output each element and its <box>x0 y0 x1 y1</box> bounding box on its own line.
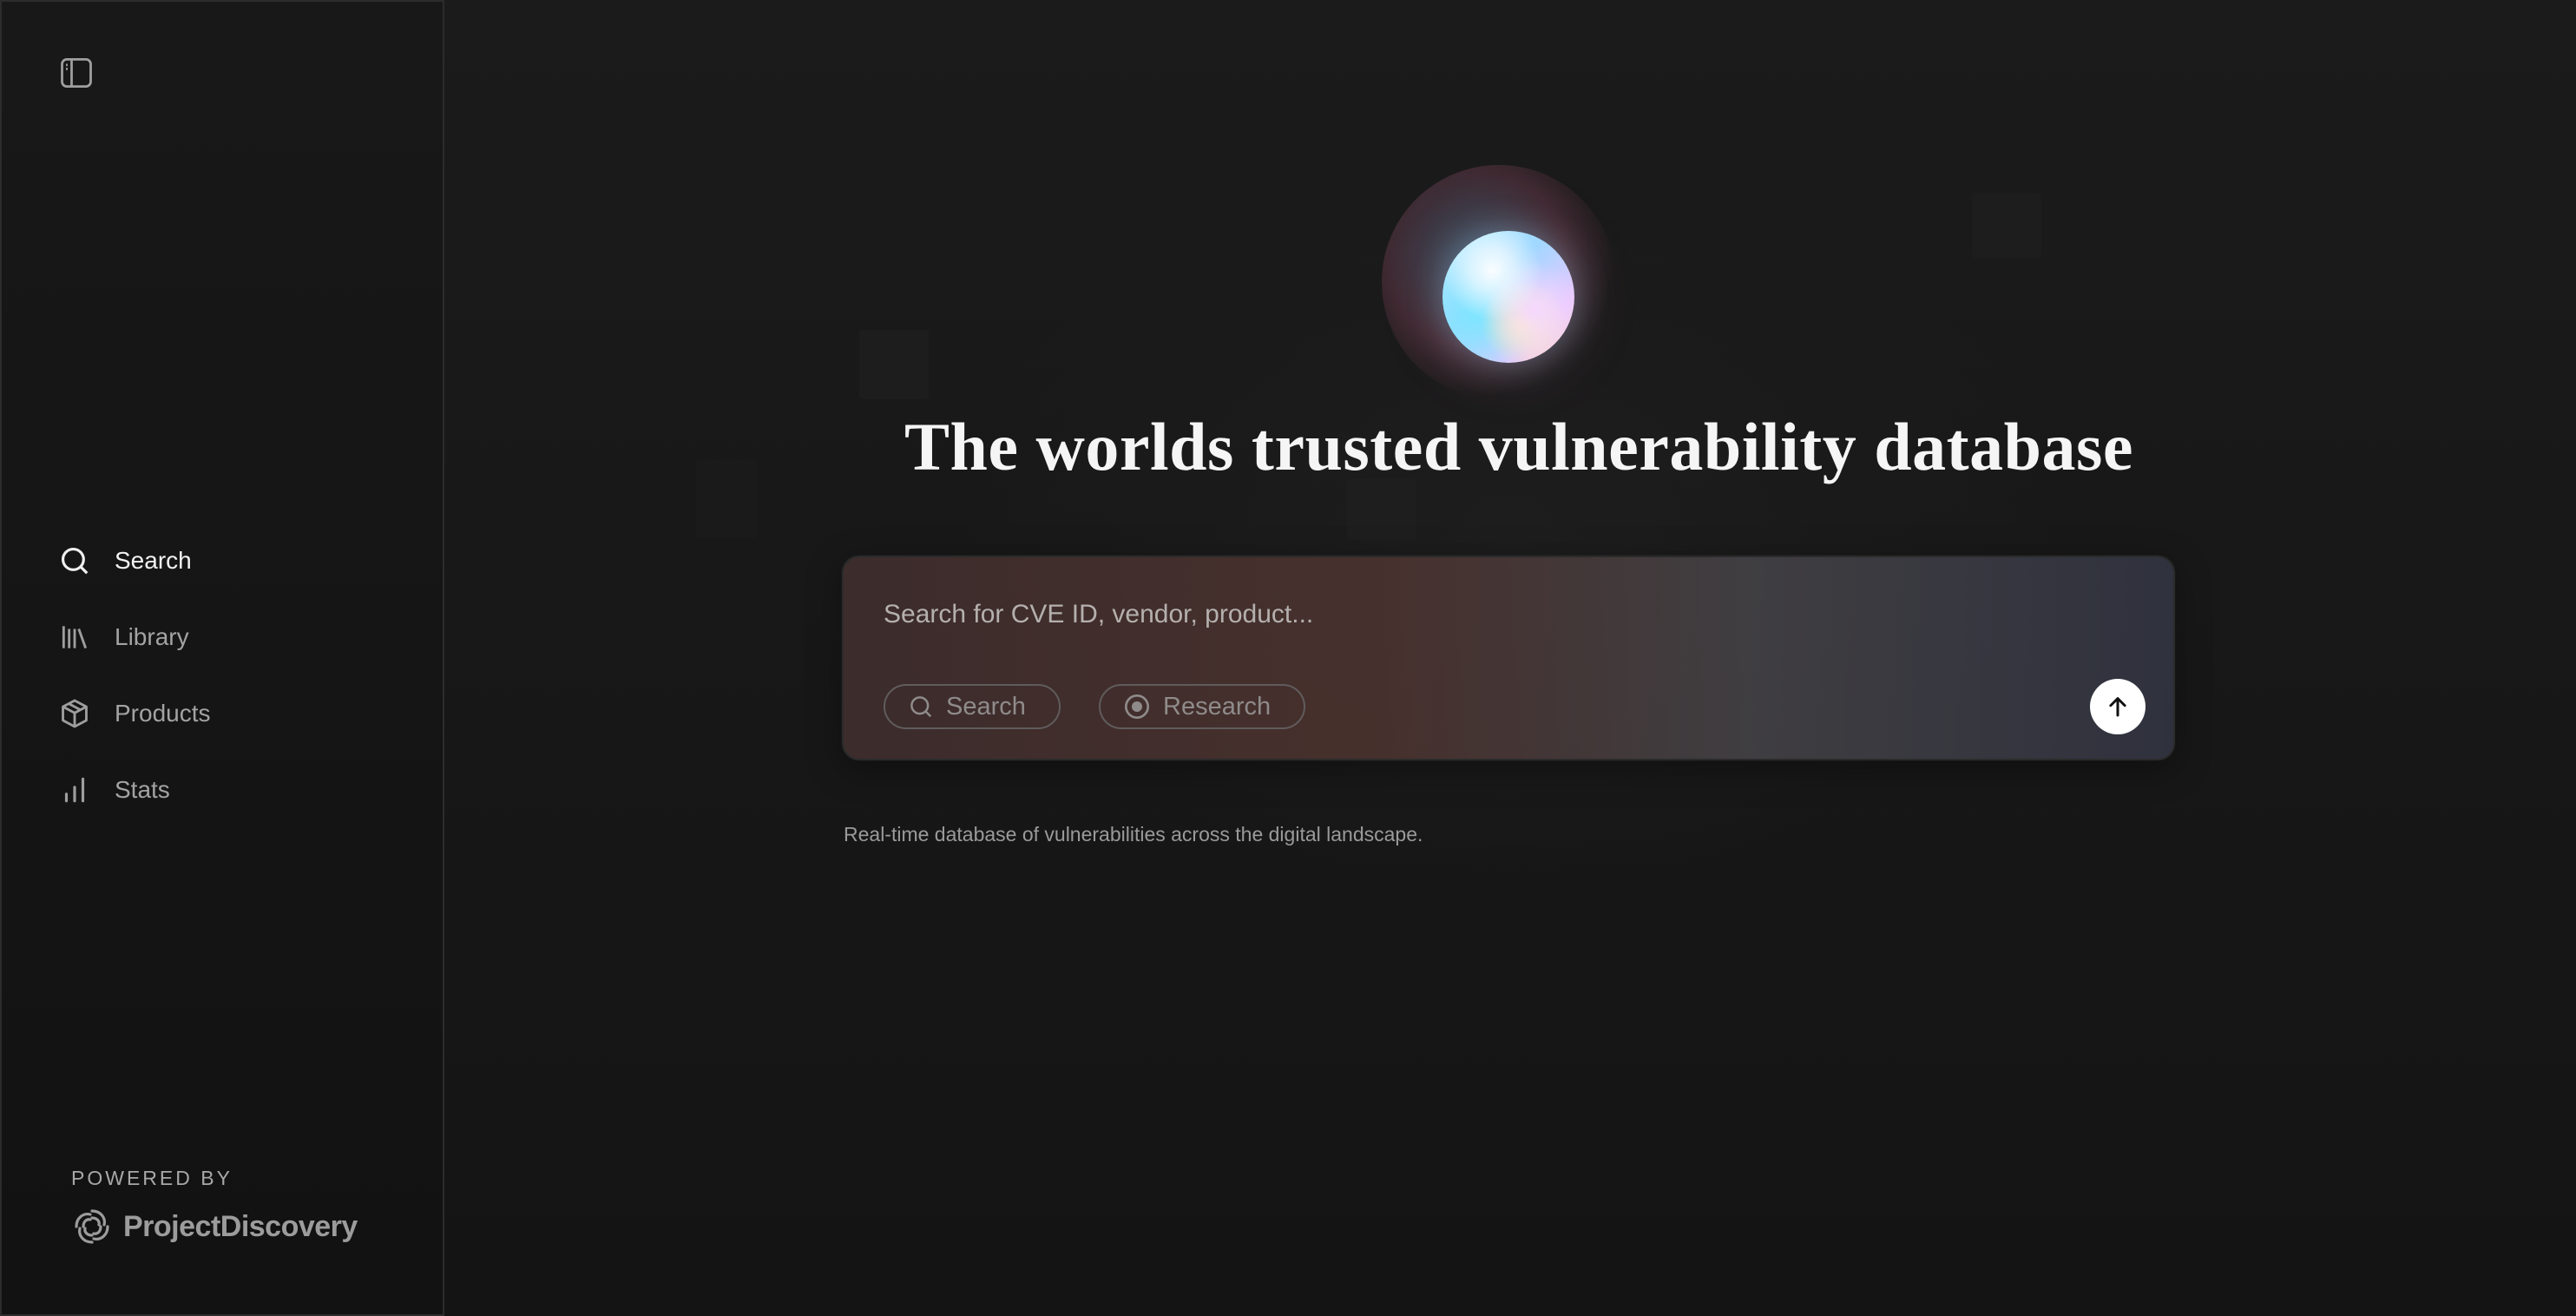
app-root: Search Library Products Stats POWERED BY… <box>0 0 2576 1316</box>
sidebar: Search Library Products Stats POWERED BY… <box>0 0 444 1316</box>
iridescent-orb-logo <box>1442 231 1574 363</box>
sidebar-item-stats[interactable]: Stats <box>56 752 420 828</box>
research-mode-button[interactable]: Research <box>1099 684 1306 729</box>
search-mode-button[interactable]: Search <box>884 684 1061 729</box>
powered-by-section: POWERED BY ProjectDiscovery <box>71 1167 358 1247</box>
decorative-square <box>1972 193 2041 259</box>
sidebar-item-label: Stats <box>115 776 170 803</box>
search-mode-label: Search <box>946 692 1026 721</box>
projectdiscovery-logo-icon <box>75 1209 109 1244</box>
sidebar-item-search[interactable]: Search <box>56 523 420 599</box>
box-icon <box>56 694 94 733</box>
main-content: The worlds trusted vulnerability databas… <box>444 0 2576 1316</box>
library-icon <box>56 618 94 656</box>
decorative-square <box>1347 479 1416 540</box>
sidebar-item-library[interactable]: Library <box>56 599 420 675</box>
sidebar-item-label: Search <box>115 547 192 574</box>
brand-name: ProjectDiscovery <box>123 1209 358 1243</box>
sidebar-item-label: Library <box>115 623 189 650</box>
sidebar-nav: Search Library Products Stats <box>56 523 420 828</box>
arrow-up-icon <box>2109 697 2126 717</box>
radio-dot-icon <box>1125 694 1149 719</box>
sidebar-toggle-button[interactable] <box>56 52 97 94</box>
search-card: Search Research <box>842 556 2175 760</box>
powered-by-label: POWERED BY <box>71 1167 233 1189</box>
search-icon <box>910 696 932 718</box>
sidebar-panel-icon <box>61 58 92 88</box>
sidebar-item-label: Products <box>115 700 211 727</box>
decorative-square <box>859 330 929 399</box>
tagline: Real-time database of vulnerabilities ac… <box>844 823 1423 846</box>
search-icon <box>56 542 94 580</box>
research-mode-label: Research <box>1163 692 1272 721</box>
submit-search-button[interactable] <box>2090 679 2146 734</box>
page-title: The worlds trusted vulnerability databas… <box>904 409 2133 484</box>
sidebar-item-products[interactable]: Products <box>56 675 420 752</box>
search-input[interactable] <box>884 592 2012 637</box>
bar-chart-icon <box>56 771 94 809</box>
brand-link[interactable]: ProjectDiscovery <box>71 1206 358 1247</box>
